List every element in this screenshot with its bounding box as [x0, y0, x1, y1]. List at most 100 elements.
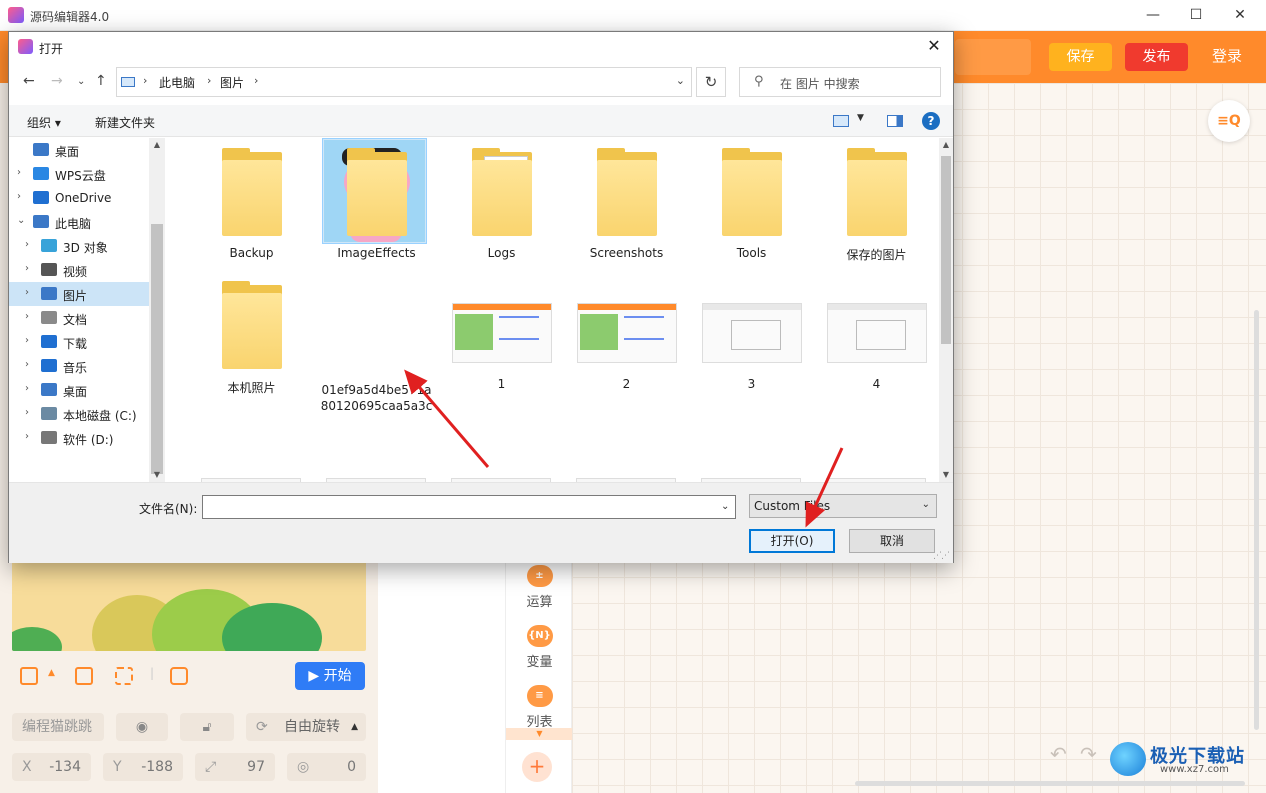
- new-folder-button[interactable]: 新建文件夹: [95, 114, 155, 131]
- save-button[interactable]: 保存: [1049, 43, 1112, 71]
- tree-item[interactable]: › 软件 (D:): [9, 426, 149, 450]
- file-type-select[interactable]: Custom Files ⌄: [749, 494, 937, 518]
- chevron-right-icon[interactable]: ›: [25, 407, 29, 418]
- tree-item[interactable]: › 音乐: [9, 354, 149, 378]
- chevron-right-icon[interactable]: ›: [143, 74, 147, 87]
- direction-field[interactable]: ◎ 0: [287, 753, 366, 781]
- sprite-name-field[interactable]: 编程猫跳跳: [12, 713, 104, 741]
- scroll-down-arrow[interactable]: ▼: [151, 470, 163, 479]
- stage-size-icon[interactable]: [20, 667, 38, 685]
- filename-input[interactable]: [202, 495, 736, 519]
- category-lists[interactable]: ≡ 列表: [506, 685, 573, 730]
- x-field[interactable]: X -134: [12, 753, 91, 781]
- tree-item[interactable]: › 视频: [9, 258, 149, 282]
- folder-item[interactable]: Tools: [689, 138, 814, 260]
- lock-icon[interactable]: 🔓︎: [180, 713, 234, 741]
- image-file-item[interactable]: 2: [564, 271, 689, 391]
- tree-item[interactable]: › 下载: [9, 330, 149, 354]
- scrollbar-thumb[interactable]: [941, 156, 951, 344]
- resize-grip[interactable]: ⋰⋰: [933, 551, 950, 561]
- folder-item[interactable]: Screenshots: [564, 138, 689, 260]
- folder-item[interactable]: Logs: [439, 138, 564, 260]
- rotation-select[interactable]: ⟳ 自由旋转 ▲: [246, 713, 366, 741]
- folder-item[interactable]: 保存的图片: [814, 138, 939, 263]
- tree-item[interactable]: › 本地磁盘 (C:): [9, 402, 149, 426]
- chevron-right-icon[interactable]: ›: [25, 263, 29, 274]
- category-operators[interactable]: ± 运算: [506, 565, 573, 610]
- caret-up-icon[interactable]: ▲: [48, 668, 55, 678]
- cancel-button[interactable]: 取消: [849, 529, 935, 553]
- search-input[interactable]: ⚲ 在 图片 中搜索: [739, 67, 941, 97]
- canvas-vertical-scrollbar[interactable]: [1254, 310, 1259, 730]
- chevron-right-icon[interactable]: ›: [17, 191, 21, 202]
- tree-item[interactable]: › 文档: [9, 306, 149, 330]
- change-view-icon[interactable]: [833, 115, 849, 127]
- player-icon[interactable]: [170, 667, 188, 685]
- back-button[interactable]: ←: [23, 73, 35, 89]
- chevron-right-icon[interactable]: ›: [25, 239, 29, 250]
- tree-item[interactable]: › 桌面: [9, 378, 149, 402]
- folder-item[interactable]: ImageEffects: [314, 138, 439, 260]
- size-field[interactable]: ⤢ 97: [195, 753, 275, 781]
- start-button[interactable]: ▶ 开始: [295, 662, 365, 690]
- canvas-horizontal-scrollbar[interactable]: [855, 781, 1245, 786]
- scroll-down-arrow[interactable]: ▼: [940, 470, 952, 479]
- chevron-right-icon[interactable]: ›: [25, 359, 29, 370]
- scrollbar-thumb[interactable]: [151, 224, 163, 474]
- folder-item[interactable]: 本机照片: [189, 271, 314, 396]
- recent-locations-button[interactable]: ⌄: [77, 76, 85, 87]
- chevron-down-icon[interactable]: ⌄: [17, 215, 25, 226]
- chevron-right-icon[interactable]: ›: [207, 74, 211, 87]
- breadcrumb-pictures[interactable]: 图片: [220, 74, 244, 91]
- minimize-button[interactable]: —: [1133, 4, 1173, 26]
- chevron-right-icon[interactable]: ›: [25, 335, 29, 346]
- refresh-button[interactable]: ↻: [696, 67, 726, 97]
- y-field[interactable]: Y -188: [103, 753, 183, 781]
- eye-icon[interactable]: ◉: [116, 713, 168, 741]
- dialog-close-button[interactable]: ✕: [923, 36, 945, 55]
- forward-button[interactable]: →: [51, 73, 63, 89]
- image-file-item[interactable]: 4: [814, 271, 939, 391]
- tree-item[interactable]: › 3D 对象: [9, 234, 149, 258]
- publish-button[interactable]: 发布: [1125, 43, 1188, 71]
- nav-pane-scrollbar[interactable]: ▲ ▼: [149, 138, 165, 482]
- scroll-up-arrow[interactable]: ▲: [940, 140, 952, 149]
- image-file-item[interactable]: 3: [689, 271, 814, 391]
- address-bar[interactable]: › 此电脑 › 图片 › ⌄: [116, 67, 692, 97]
- file-list-scrollbar[interactable]: ▲ ▼: [939, 138, 953, 482]
- chevron-right-icon[interactable]: ›: [25, 383, 29, 394]
- login-button[interactable]: 登录: [1212, 45, 1242, 66]
- image-file-item[interactable]: 01ef9a5d4be571a 80120695caa5a3c: [314, 271, 439, 413]
- maximize-button[interactable]: ☐: [1176, 4, 1216, 26]
- up-button[interactable]: ↑: [95, 73, 107, 89]
- tree-item[interactable]: › 图片: [9, 282, 149, 306]
- view-options-arrow[interactable]: ▼: [857, 113, 864, 123]
- grid-icon[interactable]: [75, 667, 93, 685]
- open-button[interactable]: 打开(O): [749, 529, 835, 553]
- redo-icon[interactable]: ↷: [1080, 742, 1097, 766]
- chevron-right-icon[interactable]: ›: [17, 167, 21, 178]
- fullscreen-icon[interactable]: [115, 667, 133, 685]
- tree-item[interactable]: ⌄ 此电脑: [9, 210, 149, 234]
- more-categories-button[interactable]: ▼: [506, 728, 573, 740]
- breadcrumb-this-pc[interactable]: 此电脑: [159, 74, 195, 91]
- help-icon[interactable]: ?: [922, 112, 940, 130]
- folder-item[interactable]: Backup: [189, 138, 314, 260]
- chevron-right-icon[interactable]: ›: [25, 431, 29, 442]
- organize-menu[interactable]: 组织 ▾: [27, 114, 61, 131]
- chevron-right-icon[interactable]: ›: [254, 74, 258, 87]
- add-extension-button[interactable]: +: [522, 752, 552, 782]
- tree-item[interactable]: › OneDrive: [9, 186, 149, 210]
- project-name-field[interactable]: [955, 39, 1031, 75]
- chevron-right-icon[interactable]: ›: [25, 311, 29, 322]
- undo-icon[interactable]: ↶: [1050, 742, 1067, 766]
- tree-item[interactable]: › WPS云盘: [9, 162, 149, 186]
- search-blocks-button[interactable]: ≡Q: [1208, 100, 1250, 142]
- category-variables[interactable]: {N} 变量: [506, 625, 573, 670]
- image-file-item[interactable]: 1: [439, 271, 564, 391]
- chevron-right-icon[interactable]: ›: [25, 287, 29, 298]
- scroll-up-arrow[interactable]: ▲: [151, 140, 163, 149]
- chevron-down-icon[interactable]: ⌄: [676, 74, 685, 87]
- close-button[interactable]: ✕: [1220, 4, 1260, 26]
- preview-pane-icon[interactable]: [887, 115, 903, 127]
